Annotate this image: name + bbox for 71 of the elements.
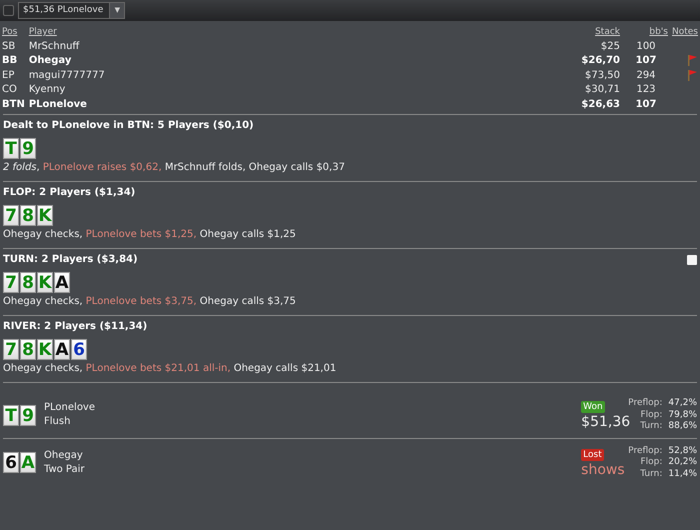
street-title: Dealt to PLonelove in BTN: 5 Players ($0,10)	[3, 119, 254, 133]
equity-label: Flop:	[639, 457, 662, 468]
table-cell: CO	[2, 84, 17, 95]
table-cell: magui7777777	[28, 70, 105, 80]
action-line: Ohegay checks, PLonelove bets $21,01 all-in, Ohegay calls $21,01	[3, 362, 338, 376]
table-cell: $30,71	[585, 84, 620, 95]
result-label: Lost	[581, 448, 604, 461]
action-line: 2 folds, PLonelove raises $0,62, MrSchnuff folds, Ohegay calls $0,37	[3, 161, 346, 175]
result-label: Won	[581, 401, 605, 414]
playing-card: 7	[3, 272, 19, 293]
equity-label: Turn:	[639, 421, 662, 432]
playing-card: 9	[20, 138, 36, 159]
table-cell: Ohegay	[28, 55, 72, 66]
equity-value: 79,8%	[668, 410, 697, 421]
table-cell: SB	[2, 40, 16, 52]
equity-value: 20,2%	[668, 457, 697, 468]
table-cell: $73,50	[585, 70, 620, 80]
street-title: RIVER: 2 Players ($11,34)	[3, 320, 148, 334]
hand-name: Flush	[44, 415, 72, 430]
table-cell: EP	[2, 70, 14, 80]
playing-card: 6	[3, 452, 19, 474]
playing-card: 6	[71, 339, 87, 360]
table-cell: Kyenny	[28, 84, 66, 95]
column-header[interactable]: Player	[28, 27, 57, 37]
playing-card: K	[37, 205, 53, 226]
playing-card: 8	[20, 339, 36, 360]
equity-value: 52,8%	[668, 446, 697, 457]
hand-name: Two Pair	[44, 462, 85, 477]
equity-label: Preflop:	[628, 398, 662, 410]
table-cell: PLonelove	[28, 98, 87, 110]
playing-card: T	[3, 138, 19, 159]
playing-card: 7	[3, 339, 19, 360]
column-header[interactable]: bb's	[649, 27, 668, 37]
table-cell: 294	[636, 70, 656, 80]
amount: shows	[581, 462, 626, 479]
playing-card: T	[3, 404, 19, 426]
street-title: FLOP: 2 Players ($1,34)	[3, 186, 136, 200]
column-header[interactable]: Stack	[595, 27, 620, 37]
playing-card: 8	[20, 272, 36, 293]
action-line: Ohegay checks, PLonelove bets $1,25, Ohegay calls $1,25	[3, 228, 297, 242]
column-header[interactable]: Pos	[2, 27, 18, 37]
equity-label: Turn:	[639, 468, 662, 480]
table-cell: 123	[636, 84, 656, 95]
checkbox[interactable]	[3, 5, 14, 16]
table-cell: $26,63	[581, 98, 620, 110]
column-header[interactable]: Notes	[672, 27, 698, 37]
table-cell: 107	[636, 55, 656, 66]
table-cell: $26,70	[581, 55, 620, 66]
equity-value: 11,4%	[668, 468, 697, 480]
table-cell: BTN	[2, 98, 25, 110]
table-cell: 100	[636, 40, 656, 52]
playing-card: 9	[20, 404, 36, 426]
player-name: PLonelove	[44, 401, 96, 416]
table-cell: BB	[2, 55, 18, 66]
playing-card: K	[37, 339, 53, 360]
equity-value: 47,2%	[668, 398, 697, 410]
table-cell: $25	[600, 40, 620, 52]
table-cell: MrSchnuff	[28, 40, 80, 52]
equity-value: 88,6%	[668, 421, 697, 432]
table-cell: 107	[636, 98, 656, 110]
playing-card: 7	[3, 205, 19, 226]
playing-card: A	[54, 339, 70, 360]
playing-card: A	[54, 272, 70, 293]
equity-label: Flop:	[639, 410, 662, 421]
street-title: TURN: 2 Players ($3,84)	[3, 253, 138, 267]
playing-card: A	[20, 452, 36, 474]
playing-card: K	[37, 272, 53, 293]
playing-card: 8	[20, 205, 36, 226]
player-name: Ohegay	[44, 448, 84, 463]
action-line: Ohegay checks, PLonelove bets $3,75, Ohegay calls $3,75	[3, 295, 297, 309]
equity-label: Preflop:	[628, 446, 662, 457]
